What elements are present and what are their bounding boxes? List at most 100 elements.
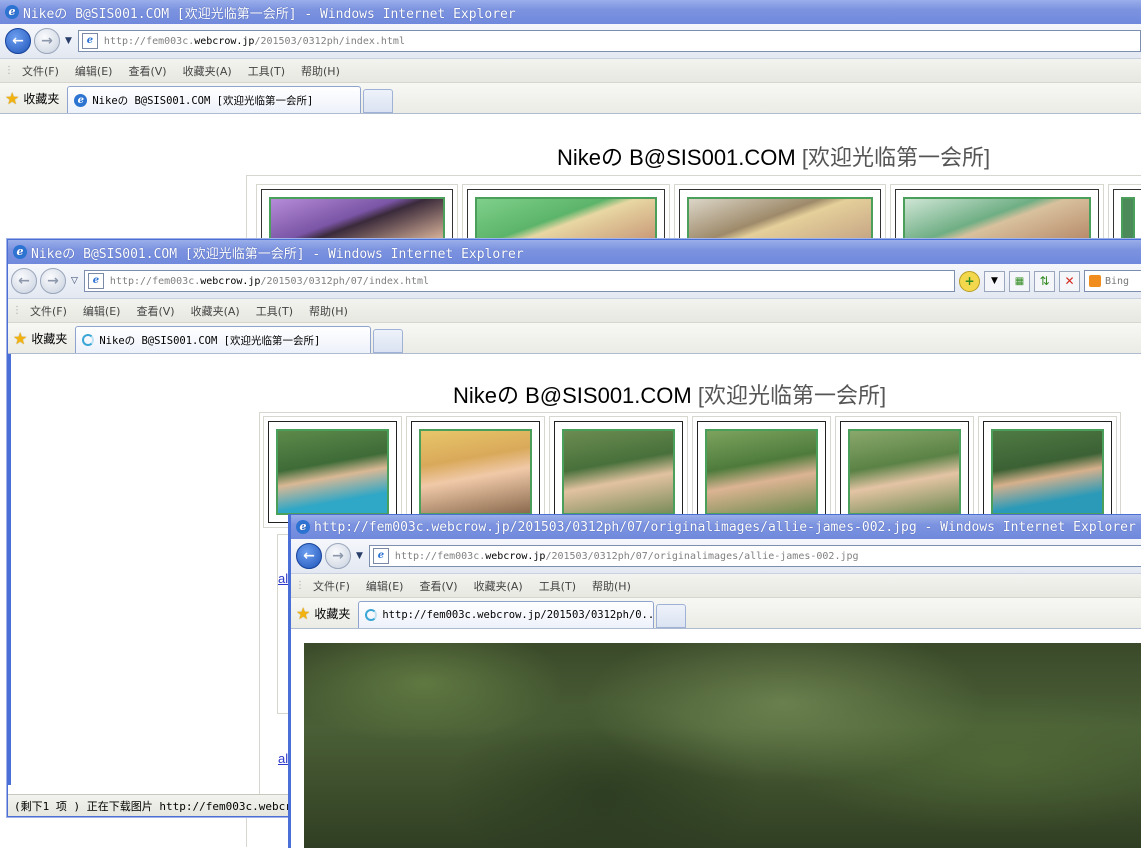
url-domain: webcrow.jp: [200, 275, 261, 287]
thumbnail-cell[interactable]: [263, 416, 402, 528]
menu-grip-icon: ⋮: [295, 580, 305, 591]
back-button[interactable]: ←: [11, 268, 37, 294]
title-bar[interactable]: e Nikeの B@SIS001.COM [欢迎光临第一会所] - Window…: [0, 0, 1141, 24]
menu-favorites[interactable]: 收藏夹(A): [191, 303, 240, 319]
refresh-icon: ⇅: [1039, 274, 1050, 288]
menu-edit[interactable]: 编辑(E): [75, 63, 113, 79]
history-dropdown-icon[interactable]: ▼: [356, 551, 363, 561]
window-title: Nikeの B@SIS001.COM [欢迎光临第一会所] - Windows …: [23, 6, 516, 22]
url-input[interactable]: e http://fem003c.webcrow.jp/201503/0312p…: [368, 545, 1141, 567]
thumbnail-photo[interactable]: [276, 429, 389, 515]
page-title-bracket: [欢迎光临第一会所]: [801, 145, 991, 170]
menu-view[interactable]: 查看(V): [128, 63, 166, 79]
menu-edit[interactable]: 编辑(E): [366, 578, 404, 594]
ie-window-image: e http://fem003c.webcrow.jp/201503/0312p…: [288, 514, 1141, 848]
compatibility-button[interactable]: ▦: [1009, 270, 1030, 292]
thumbnail-photo[interactable]: [687, 197, 873, 241]
new-tab-button[interactable]: [656, 604, 687, 628]
menu-view[interactable]: 查看(V): [419, 578, 457, 594]
refresh-button[interactable]: ⇅: [1034, 270, 1055, 292]
thumbnail-cell[interactable]: [549, 416, 688, 528]
favorites-button[interactable]: ★ 收藏夹: [296, 600, 350, 626]
menu-file[interactable]: 文件(F): [313, 578, 350, 594]
forward-button[interactable]: →: [40, 268, 66, 294]
menu-help[interactable]: 帮助(H): [301, 63, 340, 79]
tab-label: http://fem003c.webcrow.jp/201503/0312ph/…: [382, 609, 655, 621]
menu-grip-icon: ⋮: [4, 65, 14, 76]
tab-gallery[interactable]: Nikeの B@SIS001.COM [欢迎光临第一会所]: [75, 326, 372, 353]
chevron-down-icon: ▼: [991, 276, 998, 286]
thumbnail-photo[interactable]: [903, 197, 1091, 241]
page-content: [291, 629, 1141, 848]
history-dropdown-icon[interactable]: ▼: [65, 36, 72, 46]
thumbnail-cell[interactable]: [406, 416, 545, 528]
thumbnail-frame: [697, 421, 826, 523]
image-link[interactable]: al: [278, 751, 288, 766]
address-dropdown-button[interactable]: ▼: [984, 270, 1005, 292]
back-button[interactable]: ←: [5, 28, 31, 54]
forward-button[interactable]: →: [325, 543, 351, 569]
back-button[interactable]: ←: [296, 543, 322, 569]
forward-arrow-icon: →: [47, 273, 59, 289]
favorites-button[interactable]: ★ 收藏夹: [13, 325, 67, 351]
menu-help[interactable]: 帮助(H): [592, 578, 631, 594]
menu-favorites[interactable]: 收藏夹(A): [183, 63, 232, 79]
menu-favorites[interactable]: 收藏夹(A): [474, 578, 523, 594]
menu-file[interactable]: 文件(F): [22, 63, 59, 79]
page-title-bracket: [欢迎光临第一会所]: [697, 383, 887, 408]
title-bar[interactable]: e http://fem003c.webcrow.jp/201503/0312p…: [291, 515, 1141, 539]
url-domain: webcrow.jp: [194, 35, 255, 47]
url-prefix: http://fem003c.: [394, 550, 486, 562]
window-title: http://fem003c.webcrow.jp/201503/0312ph/…: [314, 519, 1136, 535]
address-bar: ← → ▼ e http://fem003c.webcrow.jp/201503…: [291, 539, 1141, 574]
thumbnail-cell[interactable]: [978, 416, 1117, 528]
url-input[interactable]: e http://fem003c.webcrow.jp/201503/0312p…: [77, 30, 1141, 52]
favorites-label: 收藏夹: [31, 331, 68, 346]
menu-tools[interactable]: 工具(T): [248, 63, 285, 79]
thumbnail-photo[interactable]: [1121, 197, 1135, 241]
page-title-main: Nikeの B@SIS001.COM: [557, 145, 802, 170]
menu-edit[interactable]: 编辑(E): [83, 303, 121, 319]
thumbnail-photo[interactable]: [991, 429, 1104, 515]
stop-icon: ✕: [1064, 274, 1075, 288]
back-arrow-icon: ←: [303, 548, 315, 564]
menu-help[interactable]: 帮助(H): [309, 303, 348, 319]
thumbnail-photo[interactable]: [419, 429, 532, 515]
thumbnail-frame: [983, 421, 1112, 523]
url-prefix: http://fem003c.: [103, 35, 195, 47]
star-icon: ★: [13, 328, 28, 348]
thumbnail-cell[interactable]: [835, 416, 974, 528]
url-input[interactable]: e http://fem003c.webcrow.jp/201503/0312p…: [83, 270, 955, 292]
forward-button[interactable]: →: [34, 28, 60, 54]
title-bar[interactable]: e Nikeの B@SIS001.COM [欢迎光临第一会所] - Window…: [8, 240, 1141, 264]
favorites-button[interactable]: ★ 收藏夹: [5, 85, 59, 111]
go-button[interactable]: +: [959, 270, 980, 292]
thumbnail-photo[interactable]: [848, 429, 961, 515]
full-size-image[interactable]: [304, 643, 1141, 848]
menu-tools[interactable]: 工具(T): [256, 303, 293, 319]
url-path: /201503/0312ph/index.html: [254, 35, 405, 47]
menu-view[interactable]: 查看(V): [136, 303, 174, 319]
new-tab-button[interactable]: [363, 89, 394, 113]
thumbnail-photo[interactable]: [705, 429, 818, 515]
tab-image[interactable]: http://fem003c.webcrow.jp/201503/0312ph/…: [358, 601, 655, 628]
thumbnail-cell[interactable]: [692, 416, 831, 528]
url-prefix: http://fem003c.: [109, 275, 201, 287]
menu-tools[interactable]: 工具(T): [539, 578, 576, 594]
menu-file[interactable]: 文件(F): [30, 303, 67, 319]
tab-index[interactable]: e Nikeの B@SIS001.COM [欢迎光临第一会所]: [67, 86, 362, 113]
thumbnail-photo[interactable]: [269, 197, 445, 241]
image-link[interactable]: al: [278, 571, 288, 586]
menu-bar: ⋮ 文件(F) 编辑(E) 查看(V) 收藏夹(A) 工具(T) 帮助(H): [0, 59, 1141, 83]
thumbnail-photo[interactable]: [475, 197, 657, 241]
forward-arrow-icon: →: [332, 548, 344, 564]
new-tab-button[interactable]: [373, 329, 404, 353]
thumbnail-row: [263, 416, 1121, 528]
thumbnail-photo[interactable]: [562, 429, 675, 515]
history-dropdown-icon[interactable]: ▽: [71, 276, 78, 286]
search-input[interactable]: Bing: [1084, 270, 1141, 292]
thumbnail-frame: [554, 421, 683, 523]
tab-label: Nikeの B@SIS001.COM [欢迎光临第一会所]: [99, 334, 321, 347]
stop-button[interactable]: ✕: [1059, 270, 1080, 292]
go-icon: +: [964, 274, 975, 288]
